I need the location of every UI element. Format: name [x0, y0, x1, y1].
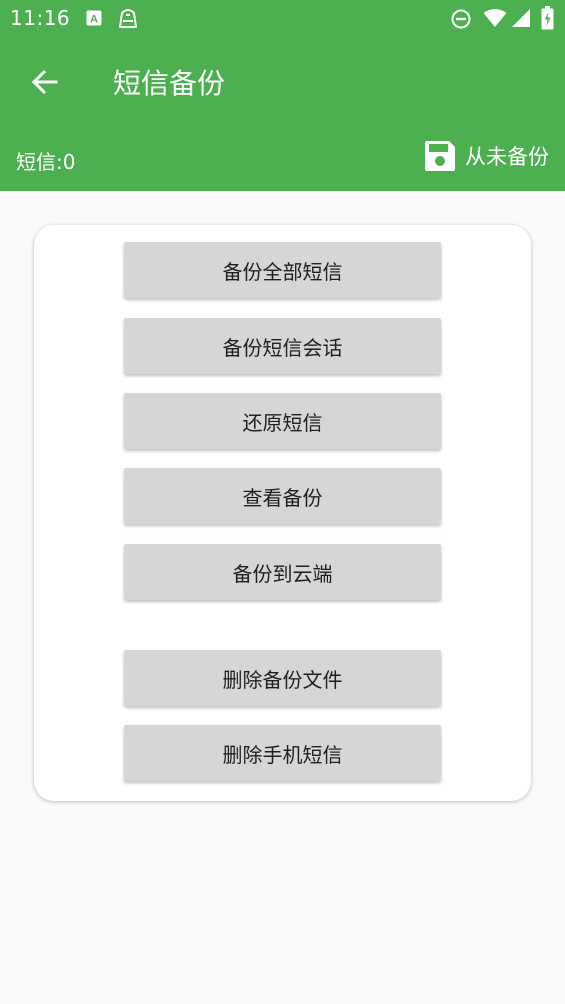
signal-icon: [511, 8, 531, 32]
delete-phone-sms-button[interactable]: 删除手机短信: [124, 725, 441, 781]
back-button[interactable]: [26, 64, 62, 100]
delete-backup-files-button[interactable]: 删除备份文件: [124, 650, 441, 706]
status-time: 11:16: [10, 6, 71, 30]
arrow-left-icon: [31, 69, 58, 95]
backup-status: 从未备份: [425, 141, 549, 171]
font-a-icon: A: [86, 10, 102, 30]
restore-sms-button[interactable]: 还原短信: [124, 393, 441, 449]
floppy-disk-icon: [425, 141, 455, 171]
actions-card: 备份全部短信 备份短信会话 还原短信 查看备份 备份到云端 删除备份文件 删除手…: [34, 225, 531, 801]
app-header: 11:16 A 短信备份 短信:0 从未备份: [0, 0, 565, 191]
sms-count: 短信:0: [16, 150, 76, 174]
backup-cloud-button[interactable]: 备份到云端: [124, 544, 441, 600]
wifi-icon: [483, 8, 507, 32]
do-not-disturb-icon: [451, 9, 471, 33]
status-bar: 11:16 A: [0, 0, 565, 38]
backup-conversation-button[interactable]: 备份短信会话: [124, 318, 441, 374]
backup-all-button[interactable]: 备份全部短信: [124, 242, 441, 298]
backup-status-label: 从未备份: [465, 145, 549, 169]
svg-text:A: A: [90, 14, 98, 26]
page-title: 短信备份: [113, 67, 226, 100]
cleaner-icon: [116, 7, 140, 33]
view-backup-button[interactable]: 查看备份: [124, 468, 441, 524]
battery-charging-icon: [541, 6, 554, 34]
